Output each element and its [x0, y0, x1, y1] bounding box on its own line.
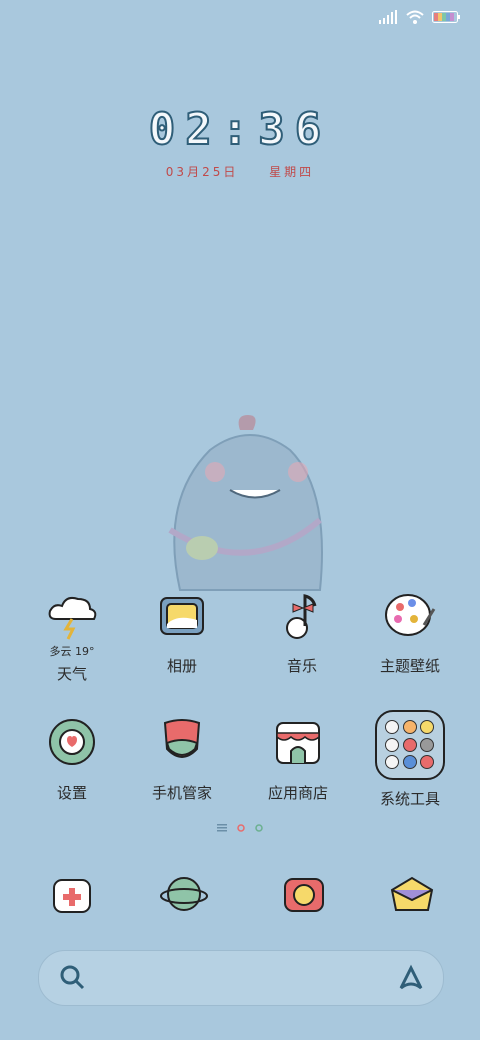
- folder-mini-icon: [402, 737, 417, 752]
- page-dot: [255, 824, 263, 832]
- app-label-weather: 天气: [56, 665, 87, 683]
- signal-icon: [379, 10, 397, 24]
- dock-app-planet[interactable]: [124, 866, 244, 922]
- dock-app-medical[interactable]: [12, 866, 132, 922]
- assistant-icon[interactable]: [397, 964, 425, 992]
- app-label-music: 音乐: [286, 657, 317, 675]
- app-music[interactable]: 音乐: [242, 583, 362, 676]
- camera-icon: [276, 866, 332, 922]
- cloud-lightning-icon: [40, 583, 104, 647]
- page-indicator[interactable]: [0, 824, 480, 832]
- folder-mini-icon: [385, 755, 399, 770]
- music-note-icon: [270, 583, 334, 647]
- date-month-day: 03月25日: [165, 165, 239, 179]
- app-settings[interactable]: 设置: [12, 710, 132, 803]
- app-store[interactable]: 应用商店: [238, 710, 358, 803]
- palette-icon: [378, 583, 442, 647]
- app-label-themes: 主题壁纸: [379, 657, 440, 675]
- app-label-store: 应用商店: [267, 784, 328, 802]
- date-weekday: 星期四: [269, 165, 315, 179]
- folder-mini-icon: [385, 720, 399, 734]
- status-bar: [378, 10, 460, 24]
- folder-mini-icon: [402, 720, 417, 734]
- search-bar[interactable]: [38, 950, 444, 1006]
- folder-icon: [375, 710, 445, 780]
- search-icon[interactable]: [59, 964, 85, 990]
- menu-lines-icon: [217, 824, 227, 832]
- folder-mini-icon: [385, 737, 399, 752]
- folder-mini-icon: [420, 720, 435, 734]
- app-label-gallery: 相册: [166, 657, 197, 675]
- gear-icon: [40, 710, 104, 774]
- date-line[interactable]: 03月25日 星期四: [0, 163, 480, 180]
- app-label-phone-manager: 手机管家: [151, 784, 212, 802]
- folder-mini-icon: [402, 755, 417, 770]
- wifi-icon: [406, 10, 424, 24]
- wallpaper-shark-illustration: [168, 415, 323, 591]
- app-phone-manager[interactable]: 手机管家: [122, 710, 242, 803]
- dock-app-mail[interactable]: [352, 866, 472, 922]
- dock-app-camera[interactable]: [244, 866, 364, 922]
- clock-time[interactable]: 02:36: [0, 103, 480, 156]
- app-label-system-tools: 系统工具: [379, 790, 440, 808]
- store-icon: [266, 710, 330, 774]
- planet-icon: [156, 866, 212, 922]
- app-gallery[interactable]: 相册: [122, 583, 242, 676]
- mail-icon: [384, 866, 440, 922]
- battery-icon: [432, 11, 460, 23]
- photo-frame-icon: [150, 583, 214, 647]
- shield-icon: [150, 710, 214, 774]
- app-folder-system-tools[interactable]: 系统工具: [350, 710, 470, 809]
- weather-summary: 多云 19°: [49, 645, 95, 658]
- app-label-settings: 设置: [56, 784, 87, 802]
- folder-mini-icon: [420, 755, 435, 770]
- app-weather[interactable]: 多云 19° 天气: [12, 583, 132, 684]
- app-themes[interactable]: 主题壁纸: [350, 583, 470, 676]
- folder-mini-icon: [420, 737, 435, 752]
- medical-kit-icon: [44, 866, 100, 922]
- page-dot-active: [237, 824, 245, 832]
